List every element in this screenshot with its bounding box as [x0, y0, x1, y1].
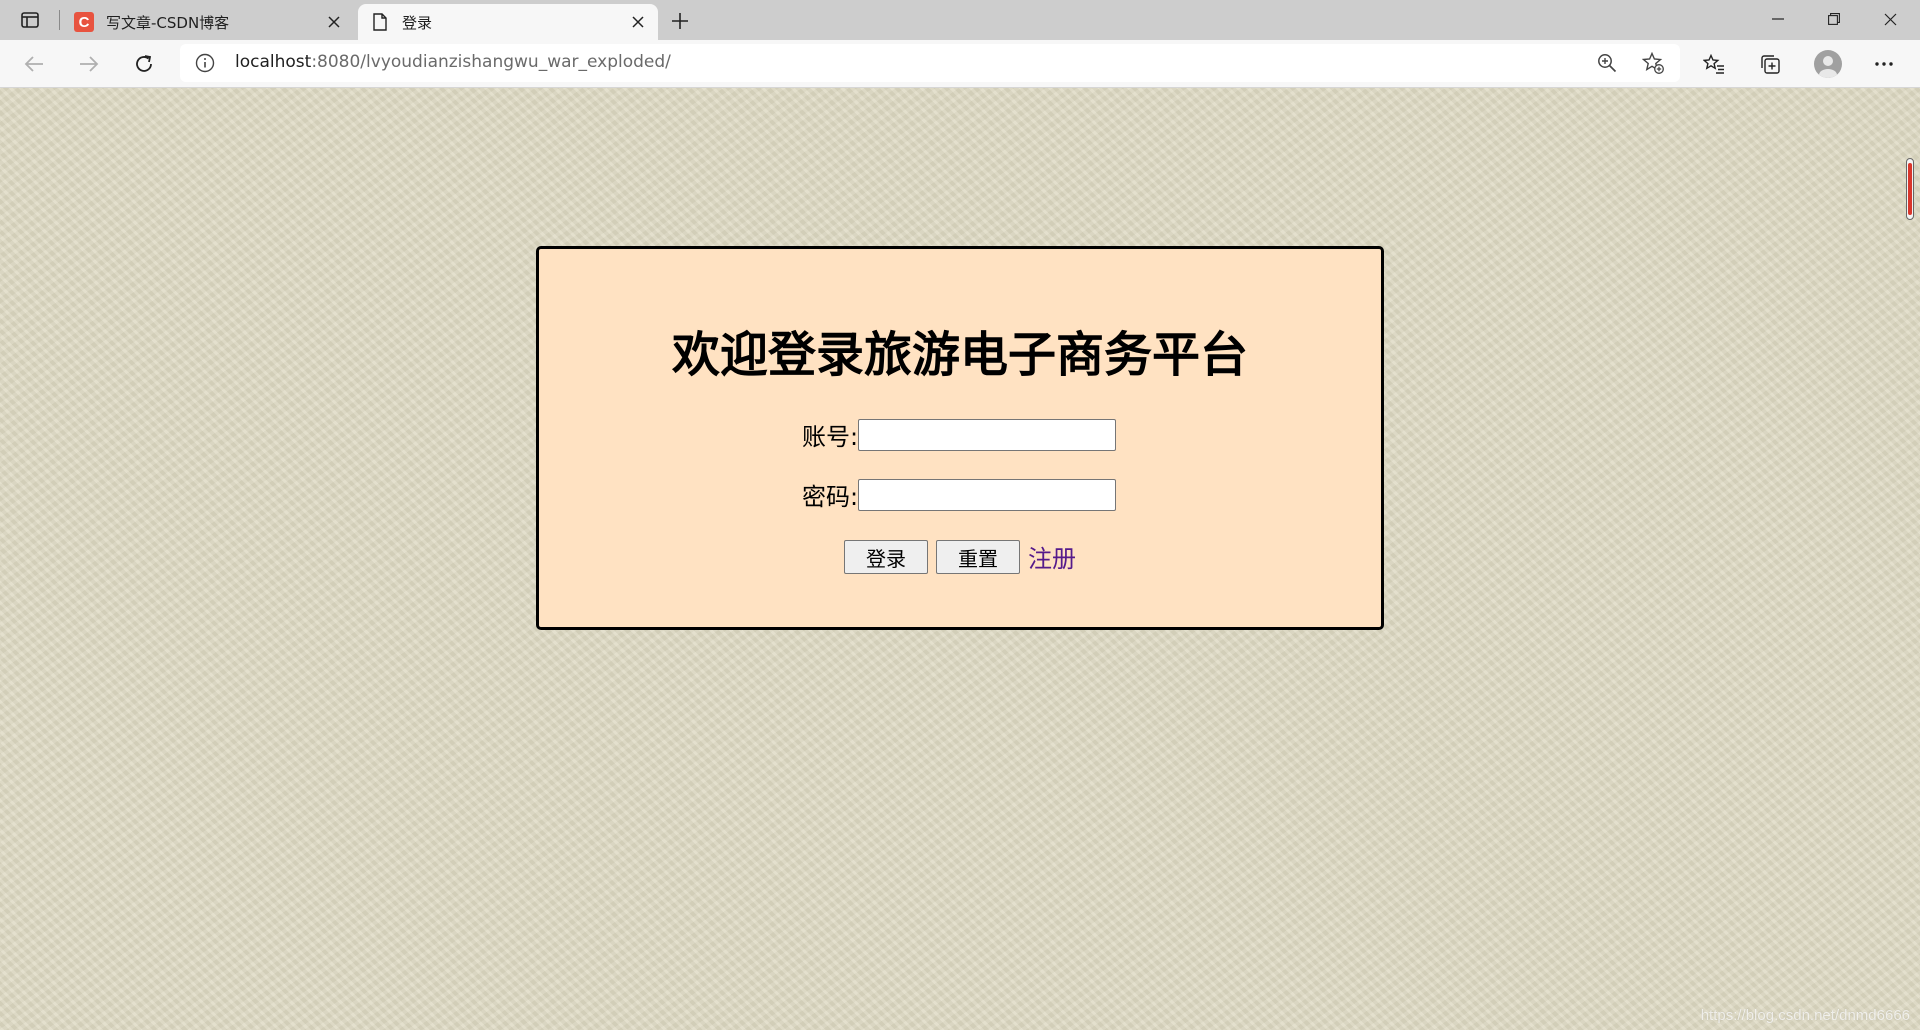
favorites-button[interactable] [1696, 46, 1732, 82]
zoom-button[interactable] [1590, 46, 1624, 80]
register-link[interactable]: 注册 [1028, 539, 1076, 574]
url-path: :8080/lvyoudianzishangwu_war_exploded/ [311, 52, 671, 72]
account-label: 账号: [801, 423, 859, 451]
window-close-button[interactable] [1862, 0, 1918, 38]
actions-row: 登录 重置 注册 [539, 539, 1381, 574]
tab-close-button[interactable] [322, 10, 346, 34]
page-content: 欢迎登录旅游电子商务平台 账号: 密码: 登录 重置 注册 https://bl… [0, 88, 1920, 1030]
scrollbar-thumb[interactable] [1906, 158, 1914, 220]
url-host: localhost [235, 52, 312, 72]
browser-title-bar: C 写文章-CSDN博客 登录 [0, 0, 1920, 40]
close-icon [1884, 13, 1896, 25]
browser-toolbar: localhost:8080/lvyoudianzishangwu_war_ex… [0, 40, 1920, 88]
zoom-icon [1598, 54, 1617, 73]
plus-icon [672, 13, 688, 29]
minimize-button[interactable] [1750, 0, 1806, 38]
site-info-button[interactable] [194, 52, 216, 74]
tab-title: 写文章-CSDN博客 [106, 13, 230, 32]
add-favorite-button[interactable] [1636, 46, 1670, 80]
refresh-button[interactable] [126, 46, 162, 82]
tab-actions-button[interactable] [14, 7, 46, 33]
csdn-favicon-icon: C [74, 12, 94, 32]
back-button[interactable] [16, 46, 52, 82]
password-input[interactable] [858, 478, 1117, 511]
close-icon [328, 16, 340, 28]
refresh-icon [136, 55, 152, 72]
new-tab-button[interactable] [666, 7, 694, 35]
forward-arrow-icon [80, 56, 99, 72]
url-text[interactable]: localhost:8080/lvyoudianzishangwu_war_ex… [235, 52, 671, 72]
tab-separator [59, 10, 60, 30]
login-button[interactable]: 登录 [844, 539, 928, 574]
forward-button[interactable] [71, 46, 107, 82]
back-arrow-icon [24, 56, 43, 72]
watermark: https://blog.csdn.net/dnmd6666 [1700, 1007, 1910, 1024]
account-input[interactable] [858, 418, 1117, 451]
collections-icon [1761, 55, 1780, 74]
restore-icon [1828, 13, 1840, 25]
tab-title: 登录 [402, 13, 433, 32]
page-favicon-icon [370, 12, 390, 32]
tab-close-button[interactable] [626, 10, 650, 34]
favorites-icon [1703, 54, 1724, 74]
star-add-icon [1642, 52, 1664, 74]
tab-login[interactable]: 登录 [358, 4, 658, 40]
profile-avatar-icon [1814, 50, 1842, 78]
password-row: 密码: [539, 477, 1381, 512]
more-icon [1875, 62, 1893, 66]
address-bar[interactable]: localhost:8080/lvyoudianzishangwu_war_ex… [180, 44, 1680, 82]
login-panel: 欢迎登录旅游电子商务平台 账号: 密码: 登录 重置 注册 [536, 246, 1384, 630]
collections-button[interactable] [1752, 46, 1788, 82]
tab-csdn[interactable]: C 写文章-CSDN博客 [62, 4, 354, 40]
login-title: 欢迎登录旅游电子商务平台 [671, 327, 1248, 383]
password-label: 密码: [801, 483, 859, 511]
account-row: 账号: [539, 417, 1381, 452]
reset-button[interactable]: 重置 [936, 539, 1020, 574]
more-button[interactable] [1866, 46, 1902, 82]
minimize-icon [1772, 18, 1784, 20]
profile-button[interactable] [1810, 46, 1846, 82]
tab-actions-icon [21, 12, 39, 28]
restore-button[interactable] [1806, 0, 1862, 38]
info-icon [195, 53, 215, 73]
close-icon [632, 16, 644, 28]
